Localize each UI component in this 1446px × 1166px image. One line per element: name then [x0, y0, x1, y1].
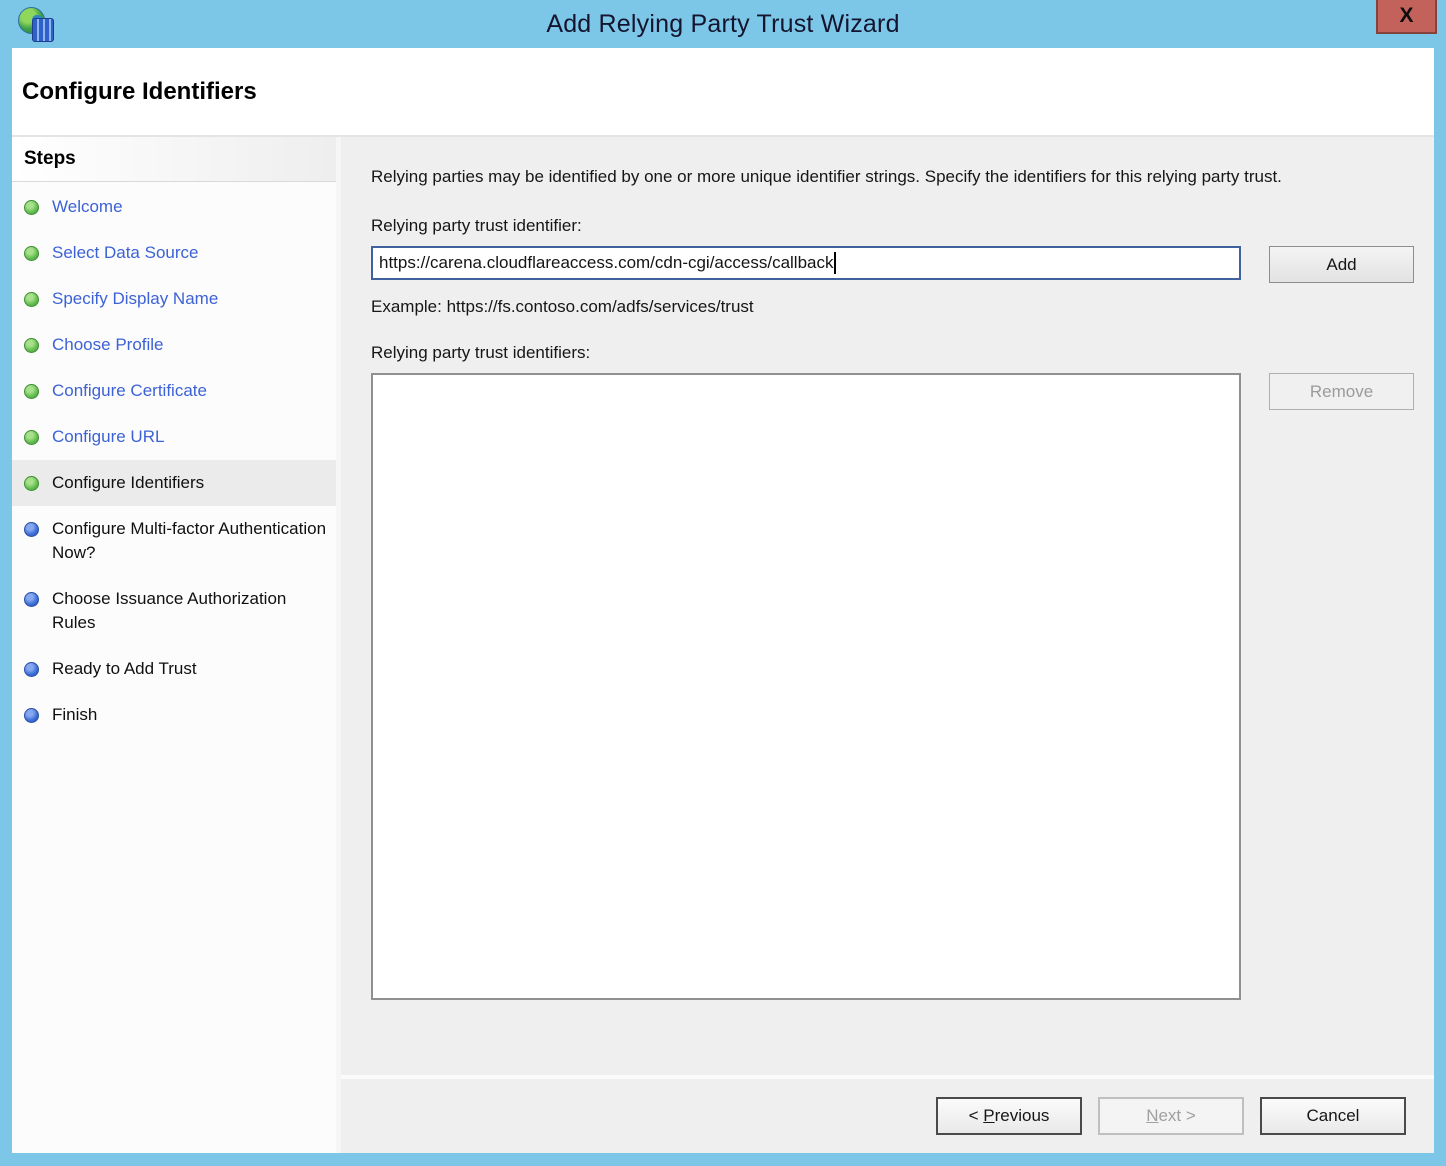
- step-item-label: Select Data Source: [52, 241, 198, 265]
- text-caret: [834, 252, 836, 274]
- step-item-label: Choose Issuance Authorization Rules: [52, 587, 328, 635]
- step-item-label: Welcome: [52, 195, 123, 219]
- main-content: Relying parties may be identified by one…: [341, 137, 1434, 1075]
- step-status-dot-icon: [24, 430, 39, 445]
- page-header: Configure Identifiers: [12, 48, 1434, 137]
- previous-button[interactable]: < Previous: [936, 1097, 1082, 1135]
- step-item-label: Finish: [52, 703, 97, 727]
- identifiers-list-label: Relying party trust identifiers:: [371, 343, 1434, 363]
- identifier-input-value: https://carena.cloudflareaccess.com/cdn-…: [379, 253, 833, 273]
- step-item-label: Configure Certificate: [52, 379, 207, 403]
- step-item-configure-url[interactable]: Configure URL: [12, 414, 336, 460]
- steps-heading: Steps: [12, 137, 336, 182]
- step-status-dot-icon: [24, 522, 39, 537]
- step-item-specify-display-name[interactable]: Specify Display Name: [12, 276, 336, 322]
- step-status-dot-icon: [24, 662, 39, 677]
- step-status-dot-icon: [24, 338, 39, 353]
- step-item-welcome[interactable]: Welcome: [12, 184, 336, 230]
- window-frame: Configure Identifiers Steps Welcome Sele…: [0, 48, 1446, 1166]
- step-item-label: Configure Identifiers: [52, 471, 204, 495]
- intro-text: Relying parties may be identified by one…: [371, 163, 1401, 190]
- step-item-label: Configure Multi-factor Authentication No…: [52, 517, 328, 565]
- wizard-window: Add Relying Party Trust Wizard X Configu…: [0, 0, 1446, 1166]
- previous-prefix: <: [969, 1106, 984, 1125]
- next-button[interactable]: Next >: [1098, 1097, 1244, 1135]
- step-item-label: Configure URL: [52, 425, 164, 449]
- step-status-dot-icon: [24, 592, 39, 607]
- step-item-choose-issuance-authorization-rules[interactable]: Choose Issuance Authorization Rules: [12, 576, 336, 646]
- dialog-body: Configure Identifiers Steps Welcome Sele…: [12, 48, 1434, 1153]
- next-mnemonic: N: [1146, 1106, 1158, 1125]
- identifier-input[interactable]: https://carena.cloudflareaccess.com/cdn-…: [371, 246, 1241, 280]
- step-item-ready-to-add-trust[interactable]: Ready to Add Trust: [12, 646, 336, 692]
- example-text: Example: https://fs.contoso.com/adfs/ser…: [371, 297, 1434, 317]
- step-status-dot-icon: [24, 708, 39, 723]
- cancel-button[interactable]: Cancel: [1260, 1097, 1406, 1135]
- step-item-label: Specify Display Name: [52, 287, 218, 311]
- step-status-dot-icon: [24, 292, 39, 307]
- step-item-choose-profile[interactable]: Choose Profile: [12, 322, 336, 368]
- step-status-dot-icon: [24, 476, 39, 491]
- step-item-select-data-source[interactable]: Select Data Source: [12, 230, 336, 276]
- close-button[interactable]: X: [1376, 0, 1437, 34]
- page-title: Configure Identifiers: [22, 78, 257, 106]
- remove-button[interactable]: Remove: [1269, 373, 1414, 410]
- step-item-label: Choose Profile: [52, 333, 164, 357]
- add-button[interactable]: Add: [1269, 246, 1414, 283]
- footer-button-bar: < Previous Next > Cancel: [341, 1075, 1434, 1153]
- previous-mnemonic: P: [983, 1106, 994, 1125]
- step-item-configure-multi-factor-authentication-now[interactable]: Configure Multi-factor Authentication No…: [12, 506, 336, 576]
- steps-list: Welcome Select Data Source Specify Displ…: [12, 182, 336, 738]
- step-item-label: Ready to Add Trust: [52, 657, 197, 681]
- step-status-dot-icon: [24, 384, 39, 399]
- step-item-configure-identifiers[interactable]: Configure Identifiers: [12, 460, 336, 506]
- window-title: Add Relying Party Trust Wizard: [0, 10, 1446, 39]
- steps-sidebar: Steps Welcome Select Data Source Specify…: [12, 137, 341, 1153]
- identifiers-listbox[interactable]: [371, 373, 1241, 1000]
- identifier-label: Relying party trust identifier:: [371, 216, 1434, 236]
- previous-rest: revious: [995, 1106, 1050, 1125]
- next-rest: ext >: [1158, 1106, 1195, 1125]
- step-item-finish[interactable]: Finish: [12, 692, 336, 738]
- step-status-dot-icon: [24, 246, 39, 261]
- step-item-configure-certificate[interactable]: Configure Certificate: [12, 368, 336, 414]
- titlebar: Add Relying Party Trust Wizard X: [0, 0, 1446, 48]
- step-status-dot-icon: [24, 200, 39, 215]
